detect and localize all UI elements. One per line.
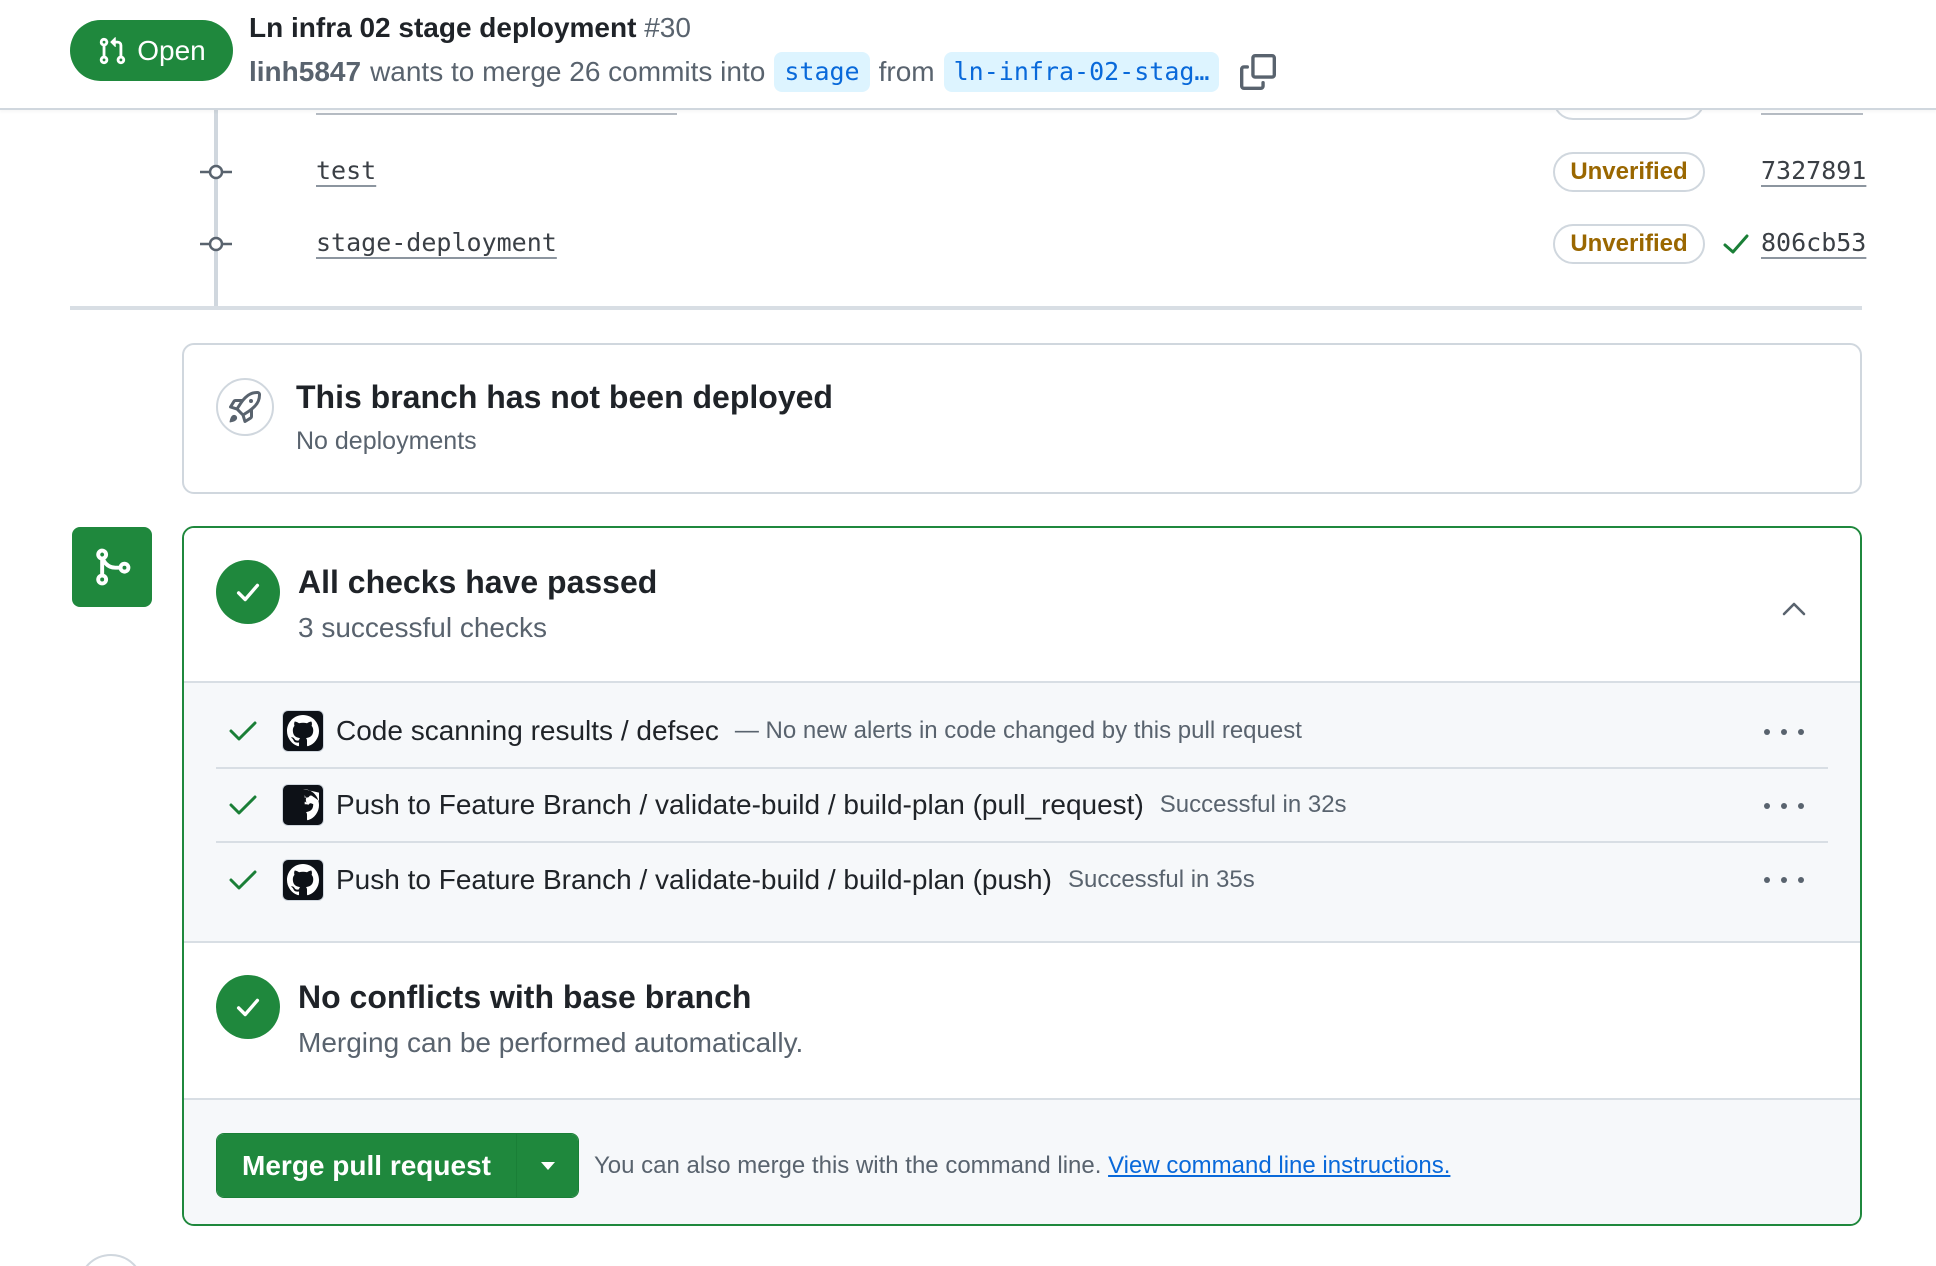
merge-button-group: Merge pull request <box>216 1133 579 1198</box>
rocket-icon <box>216 378 274 436</box>
checks-title: All checks have passed <box>298 564 658 600</box>
merge-actions: Merge pull request You can also merge th… <box>184 1100 1860 1224</box>
timeline-separator <box>70 306 1862 310</box>
merge-box: All checks have passed 3 successful chec… <box>182 526 1862 1226</box>
checks-list: Code scanning results / defsec — No new … <box>184 683 1860 943</box>
commit-message-link[interactable]: stage-deployment <box>316 228 557 257</box>
merge-pull-request-button[interactable]: Merge pull request <box>217 1134 516 1197</box>
merge-hint-text: You can also merge this with the command… <box>594 1152 1102 1179</box>
copy-icon[interactable] <box>1240 54 1277 90</box>
check-description: Successful in 32s <box>1159 791 1347 818</box>
commit-sha-link[interactable]: 7327891 <box>1761 156 1866 185</box>
hidden-commit-message <box>316 113 677 115</box>
chevron-up-icon[interactable] <box>1780 596 1808 620</box>
git-commit-icon <box>200 164 232 180</box>
unverified-badge[interactable]: Unverified <box>1553 224 1705 264</box>
pr-merge-summary: linh5847 wants to merge 26 commits into … <box>249 52 1277 92</box>
check-item[interactable]: Code scanning results / defsec — No new … <box>216 695 1828 769</box>
check-name: Code scanning results / defsec <box>336 715 719 746</box>
base-branch[interactable]: stage <box>774 52 870 92</box>
conflicts-title: No conflicts with base branch <box>298 979 752 1015</box>
next-timeline-avatar <box>78 1254 144 1266</box>
check-name: Push to Feature Branch / validate-build … <box>336 789 1144 820</box>
merge-options-dropdown[interactable] <box>516 1134 578 1197</box>
checks-summary[interactable]: All checks have passed 3 successful chec… <box>184 528 1860 683</box>
conflicts-subtitle: Merging can be performed automatically. <box>298 1027 804 1058</box>
merge-text: wants to merge 26 commits into <box>370 56 766 87</box>
github-logo-icon <box>282 710 324 752</box>
check-item[interactable]: Push to Feature Branch / validate-build … <box>216 843 1828 917</box>
check-description: Successful in 35s <box>1067 866 1255 893</box>
kebab-horizontal-icon[interactable] <box>1764 791 1804 821</box>
git-merge-icon <box>72 527 152 607</box>
github-logo-icon <box>282 784 324 826</box>
github-logo-icon <box>282 859 324 901</box>
check-description: — No new alerts in code changed by this … <box>734 717 1302 744</box>
kebab-horizontal-icon[interactable] <box>1764 717 1804 747</box>
head-branch[interactable]: ln-infra-02-stag… <box>943 52 1220 92</box>
conflicts-section: No conflicts with base branch Merging ca… <box>184 943 1860 1100</box>
commit-sha-link[interactable]: 806cb53 <box>1761 228 1866 257</box>
check-icon <box>229 870 257 890</box>
merge-hint: You can also merge this with the command… <box>594 1152 1450 1180</box>
checks-subtitle: 3 successful checks <box>298 612 547 643</box>
commit-message-link[interactable]: test <box>316 156 376 185</box>
from-text: from <box>878 56 935 87</box>
check-circle-icon <box>216 975 280 1039</box>
pr-title: Ln infra 02 stage deployment #30 <box>249 12 691 44</box>
pr-number: #30 <box>644 12 691 43</box>
hidden-commit-sha <box>1761 113 1863 115</box>
unverified-badge[interactable]: Unverified <box>1553 152 1705 192</box>
pr-header: Open Ln infra 02 stage deployment #30 li… <box>0 0 1936 110</box>
check-name: Push to Feature Branch / validate-build … <box>336 864 1052 895</box>
triangle-down-icon <box>540 1161 555 1170</box>
timeline-line <box>214 110 218 308</box>
check-icon <box>229 721 257 741</box>
deployment-subtitle: No deployments <box>296 427 477 455</box>
check-icon <box>229 795 257 815</box>
check-circle-icon <box>216 560 280 624</box>
check-item[interactable]: Push to Feature Branch / validate-build … <box>216 769 1828 843</box>
commit-row: test Unverified 7327891 <box>0 152 1936 192</box>
pr-state-label: Open <box>137 34 206 66</box>
deployment-status-box: This branch has not been deployed No dep… <box>182 343 1862 494</box>
git-pull-request-icon <box>100 36 126 64</box>
commit-row: stage-deployment Unverified 806cb53 <box>0 224 1936 264</box>
git-commit-icon <box>200 236 232 252</box>
pr-state-badge: Open <box>70 20 233 81</box>
deployment-title: This branch has not been deployed <box>296 379 833 415</box>
pr-author-link[interactable]: linh5847 <box>249 56 361 88</box>
command-line-instructions-link[interactable]: View command line instructions. <box>1108 1152 1450 1179</box>
check-icon[interactable] <box>1722 232 1750 256</box>
pr-title-text: Ln infra 02 stage deployment <box>249 12 637 43</box>
kebab-horizontal-icon[interactable] <box>1764 865 1804 895</box>
